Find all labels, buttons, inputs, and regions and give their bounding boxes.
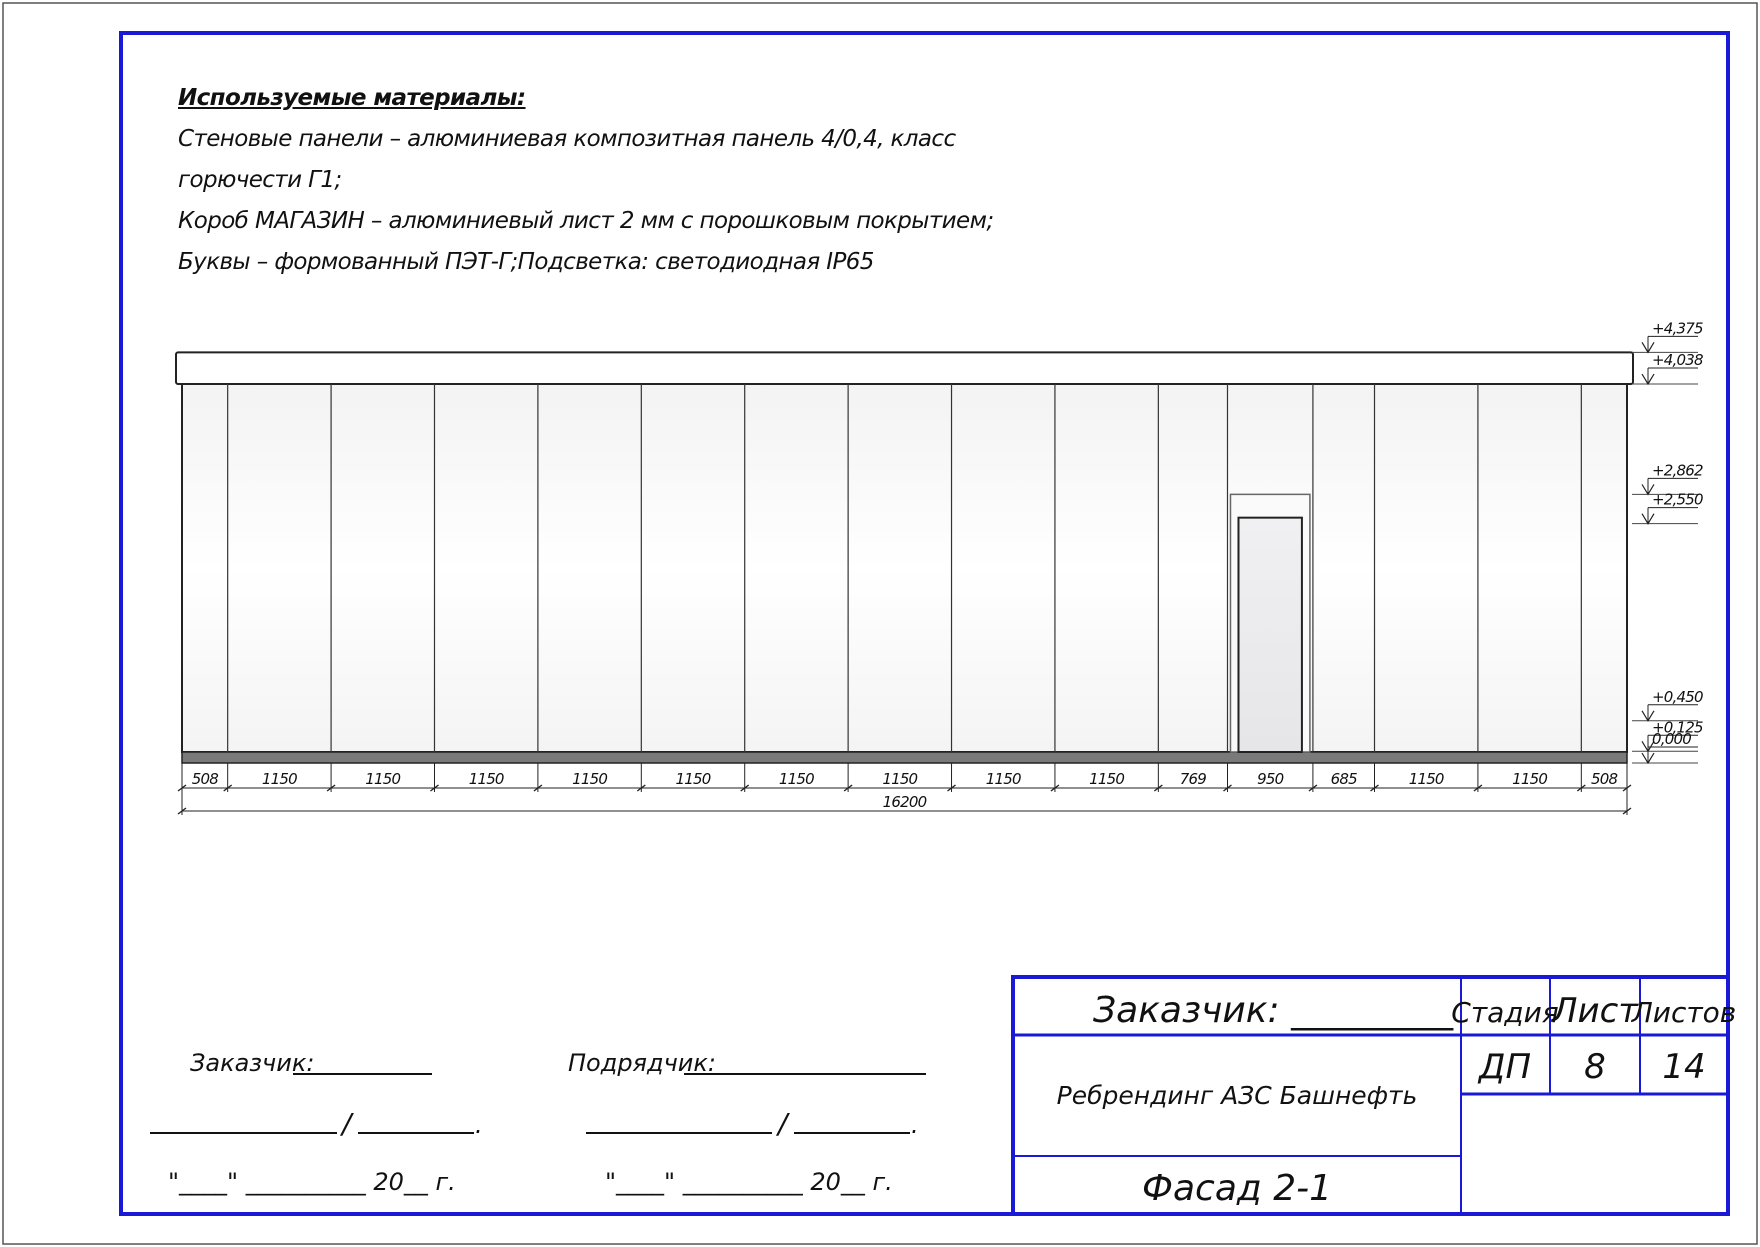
stage-header: Стадия [1451, 996, 1558, 1029]
dimension-label: 1150 [779, 770, 814, 788]
customer-dot: . [475, 1111, 483, 1139]
title-block: Заказчик: _________ Стадия Лист Листов Д… [1011, 975, 1737, 1216]
stage-value: ДП [1477, 1047, 1531, 1087]
sheets-header: Листов [1631, 996, 1737, 1029]
sheets-value: 14 [1662, 1047, 1705, 1087]
dimension-label: 1150 [1089, 770, 1124, 788]
dimension-label: 685 [1331, 770, 1357, 788]
level-label: +4,038 [1652, 351, 1703, 369]
drawing-sheet: +4,375+4,038+2,862+2,550+0,450+0,1250,00… [2, 2, 1758, 1245]
contractor-date: "____" __________ 20__ г. [605, 1168, 893, 1196]
dimension-label: 769 [1180, 770, 1206, 788]
customer-sign-label: Заказчик: [190, 1049, 314, 1077]
dimension-label: 1150 [365, 770, 400, 788]
sheet-value: 8 [1584, 1047, 1606, 1087]
sheet-header: Лист [1550, 991, 1639, 1031]
dimension-label: 1150 [572, 770, 607, 788]
drawing-name: Фасад 2-1 [1142, 1168, 1332, 1209]
level-marks: +4,375+4,038+2,862+2,550+0,450+0,1250,00… [1632, 319, 1704, 765]
dimension-label: 1150 [1409, 770, 1444, 788]
door-leaf [1237, 516, 1303, 753]
dimension-label: 1150 [1512, 770, 1547, 788]
parapet [175, 351, 1634, 386]
dimension-label: 950 [1257, 770, 1283, 788]
project-name: Ребрендинг АЗС Башнефть [1057, 1081, 1418, 1110]
dimension-label: 1150 [882, 770, 917, 788]
title-block-customer: Заказчик: _________ [1093, 990, 1454, 1031]
dimension-label: 1150 [986, 770, 1021, 788]
contractor-slash: / [775, 1107, 790, 1140]
customer-date: "____" __________ 20__ г. [168, 1168, 456, 1196]
dimension-label: 1150 [469, 770, 504, 788]
dimension-label: 508 [1591, 770, 1617, 788]
level-label: 0,000 [1652, 730, 1691, 748]
plinth-strip [181, 751, 1628, 764]
level-label: +2,862 [1652, 461, 1703, 479]
dimension-label: 1150 [262, 770, 297, 788]
level-label: +0,450 [1652, 688, 1703, 706]
level-label: +2,550 [1652, 491, 1703, 509]
dimension-chain: 508 1150 1150 1150 1150 1150 1150 1150 1150 1150 7… [177, 763, 1632, 815]
total-dimension-label: 16200 [883, 793, 927, 811]
customer-slash: / [339, 1107, 354, 1140]
facade-elevation [175, 351, 1634, 764]
level-label: +4,375 [1652, 319, 1703, 337]
contractor-sign-label: Подрядчик: [568, 1049, 716, 1077]
wall-body [181, 383, 1628, 753]
dimension-label: 508 [192, 770, 218, 788]
contractor-dot: . [911, 1111, 919, 1139]
dimension-label: 1150 [676, 770, 711, 788]
